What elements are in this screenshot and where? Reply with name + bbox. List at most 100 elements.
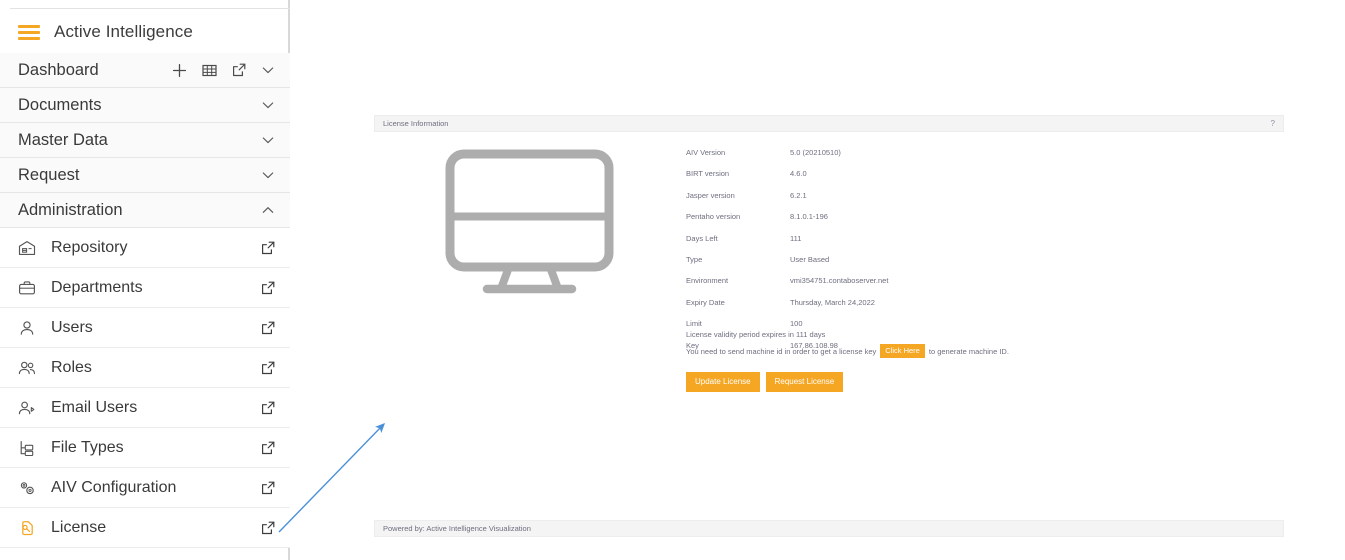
- panel-body: AIV Version 5.0 (20210510) BIRT version …: [374, 132, 1284, 517]
- sidebar-item-repository[interactable]: Repository: [0, 228, 290, 268]
- info-key: AIV Version: [686, 148, 726, 157]
- users-icon: [16, 357, 38, 379]
- info-value: 6.2.1: [790, 190, 807, 200]
- info-key: Days Left: [686, 233, 718, 243]
- sidebar-group-request[interactable]: Request: [0, 158, 290, 193]
- chevron-down-icon[interactable]: [260, 97, 276, 113]
- brand-header: Active Intelligence: [0, 14, 290, 50]
- info-key: Pentaho version: [686, 212, 741, 222]
- external-link-icon[interactable]: [260, 280, 276, 296]
- chevron-down-icon[interactable]: [260, 62, 276, 78]
- table-row: Expiry Date Thursday, March 24,2022: [686, 297, 1016, 318]
- footer-text: Powered by: Active Intelligence Visualiz…: [383, 524, 531, 533]
- sidebar-group-label: Documents: [18, 95, 102, 114]
- sidebar-group-label: Administration: [18, 200, 123, 219]
- user-tag-icon: [16, 397, 38, 419]
- license-info-table: AIV Version 5.0 (20210510) BIRT version …: [686, 147, 1016, 361]
- sidebar-item-roles[interactable]: Roles: [0, 348, 290, 388]
- external-link-icon[interactable]: [260, 520, 276, 536]
- user-icon: [16, 317, 38, 339]
- info-value: vmi354751.contaboserver.net: [790, 276, 889, 286]
- machine-id-notice-prefix: You need to send machine id in order to …: [686, 346, 877, 356]
- expiry-notice-text: License validity period expires in 111 d…: [686, 330, 826, 339]
- app-root: Active Intelligence Dashboard Documents …: [0, 0, 1345, 560]
- sidebar-item-file-types[interactable]: File Types: [0, 428, 290, 468]
- hamburger-icon[interactable]: [18, 24, 40, 40]
- external-link-icon[interactable]: [260, 240, 276, 256]
- sidebar-item-label: Roles: [51, 358, 92, 376]
- sidebar-group-administration[interactable]: Administration: [0, 193, 290, 228]
- table-row: Type User Based: [686, 254, 1016, 275]
- sidebar-item-aiv-configuration[interactable]: AIV Configuration: [0, 468, 290, 508]
- grid-icon[interactable]: [201, 62, 218, 79]
- sidebar-item-departments[interactable]: Departments: [0, 268, 290, 308]
- external-link-icon[interactable]: [260, 400, 276, 416]
- warehouse-icon: [16, 237, 38, 259]
- license-information-panel: License Information ? AIV Version 5.0 (2…: [374, 115, 1284, 517]
- external-link-icon[interactable]: [260, 360, 276, 376]
- info-key: Environment: [686, 276, 729, 286]
- external-link-icon[interactable]: [260, 480, 276, 496]
- sidebar-group-label: Request: [18, 165, 80, 184]
- chevron-up-icon[interactable]: [260, 202, 276, 218]
- sidebar-group-dashboard[interactable]: Dashboard: [0, 53, 290, 88]
- info-value: 100: [790, 319, 803, 329]
- sidebar-group-label: Dashboard: [18, 60, 99, 79]
- external-link-icon[interactable]: [231, 62, 247, 78]
- license-actions: Update License Request License: [686, 372, 844, 392]
- gears-icon: [16, 477, 38, 499]
- main-content: License Information ? AIV Version 5.0 (2…: [292, 0, 1345, 560]
- click-here-button[interactable]: Click Here: [880, 344, 925, 358]
- license-key-icon: [16, 517, 38, 539]
- plus-icon[interactable]: [171, 62, 188, 79]
- desktop-monitor-icon: [442, 148, 617, 303]
- file-tree-icon: [16, 437, 38, 459]
- machine-id-notice-suffix: to generate machine ID.: [928, 346, 1009, 356]
- table-row: AIV Version 5.0 (20210510): [686, 147, 1016, 168]
- table-row: Jasper version 6.2.1: [686, 190, 1016, 211]
- sidebar-item-email-users[interactable]: Email Users: [0, 388, 290, 428]
- external-link-icon[interactable]: [260, 440, 276, 456]
- info-key: Jasper version: [686, 190, 735, 200]
- sidebar-group-label: Master Data: [18, 130, 108, 149]
- sidebar-top-divider: [10, 8, 290, 9]
- page-title: License Information: [383, 119, 449, 128]
- sidebar-item-users[interactable]: Users: [0, 308, 290, 348]
- chevron-down-icon[interactable]: [260, 132, 276, 148]
- table-row: Pentaho version 8.1.0.1-196: [686, 211, 1016, 232]
- machine-id-notice: You need to send machine id in order to …: [686, 344, 1206, 358]
- table-row: BIRT version 4.6.0: [686, 168, 1016, 189]
- request-license-button[interactable]: Request License: [765, 372, 844, 392]
- sidebar-item-label: Repository: [51, 238, 128, 256]
- info-value: 111: [790, 233, 802, 243]
- sidebar-item-label: AIV Configuration: [51, 478, 177, 496]
- external-link-icon[interactable]: [260, 320, 276, 336]
- info-key: Expiry Date: [686, 297, 725, 307]
- sidebar-item-label: Departments: [51, 278, 143, 296]
- brand-title: Active Intelligence: [54, 22, 193, 41]
- info-key: BIRT version: [686, 169, 730, 179]
- briefcase-icon: [16, 277, 38, 299]
- sidebar-item-label: File Types: [51, 438, 124, 456]
- sidebar-group-master-data[interactable]: Master Data: [0, 123, 290, 158]
- sidebar-group-documents[interactable]: Documents: [0, 88, 290, 123]
- info-value: Thursday, March 24,2022: [790, 297, 875, 307]
- sidebar-item-label: Users: [51, 318, 93, 336]
- table-row: Environment vmi354751.contaboserver.net: [686, 275, 1016, 296]
- sidebar-item-license[interactable]: License: [0, 508, 290, 548]
- info-value: 5.0 (20210510): [790, 148, 841, 157]
- info-value: 4.6.0: [790, 169, 807, 179]
- info-value: 8.1.0.1-196: [790, 212, 828, 222]
- help-icon[interactable]: ?: [1271, 119, 1275, 128]
- license-notice: License validity period expires in 111 d…: [686, 330, 1206, 358]
- table-row: Days Left 111: [686, 233, 1016, 254]
- dashboard-tools: [171, 62, 276, 79]
- info-key: Limit: [686, 319, 702, 329]
- chevron-down-icon[interactable]: [260, 167, 276, 183]
- sidebar-item-label: Email Users: [51, 398, 138, 416]
- update-license-button[interactable]: Update License: [686, 372, 760, 392]
- sidebar: Active Intelligence Dashboard Documents …: [0, 0, 290, 560]
- info-key: Type: [686, 254, 703, 264]
- sidebar-item-label: License: [51, 518, 107, 536]
- nav-groups: Dashboard Documents Master Data Request …: [0, 53, 290, 548]
